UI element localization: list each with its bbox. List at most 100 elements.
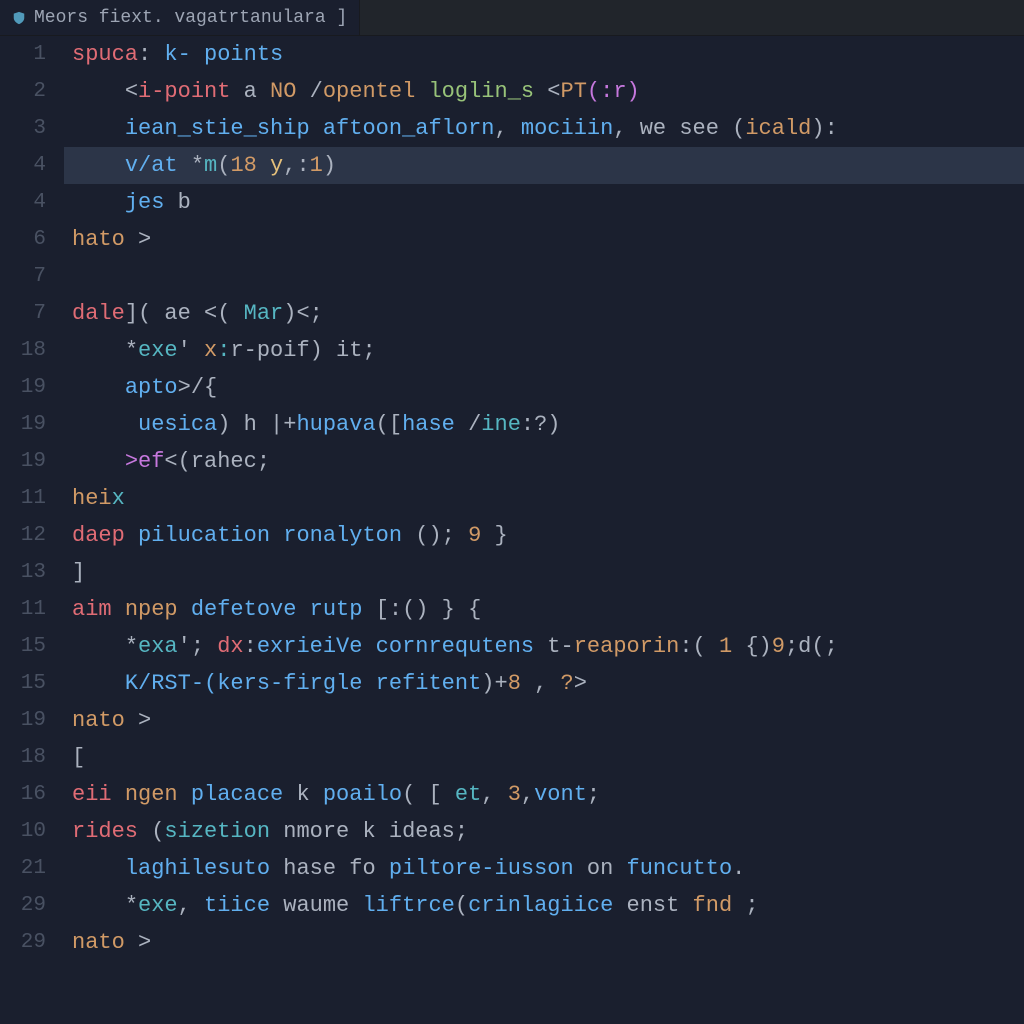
code-line[interactable]: K/RST-(kers-firgle refitent)+8 , ?> [72, 665, 1024, 702]
code-token: rides [72, 819, 138, 844]
code-token: nato [72, 708, 125, 733]
code-token [112, 782, 125, 807]
code-token [72, 671, 125, 696]
code-token [72, 449, 125, 474]
code-token: '; [178, 634, 204, 659]
code-token: ( [217, 153, 230, 178]
code-token: poailo [323, 782, 402, 807]
code-line[interactable]: ] [72, 554, 1024, 591]
code-line[interactable]: *exe, tiice waume liftrce(crinlagiice en… [72, 887, 1024, 924]
code-token: * [125, 893, 138, 918]
code-token: ine [481, 412, 521, 437]
code-token: hase fo [270, 856, 389, 881]
code-token: loglin_s [428, 79, 534, 104]
code-line[interactable]: [ [72, 739, 1024, 776]
code-content[interactable]: spuca: k- points <i-point a NO /opentel … [64, 36, 1024, 1024]
code-token: )+ [481, 671, 507, 696]
code-line[interactable]: eii ngen placace k poailo( [ et, 3,vont; [72, 776, 1024, 813]
code-token: {) [732, 634, 772, 659]
code-token: placace [191, 782, 283, 807]
code-line[interactable]: dale]( ae <( Mar)<; [72, 295, 1024, 332]
code-line[interactable]: iean_stie_ship aftoon_aflorn, mociiin, w… [72, 110, 1024, 147]
code-line[interactable]: heix [72, 480, 1024, 517]
code-line[interactable]: rides (sizetion nmore k ideas; [72, 813, 1024, 850]
code-token: k [283, 782, 323, 807]
code-line[interactable]: *exe' x:r-poif) it; [72, 332, 1024, 369]
line-number: 15 [0, 628, 46, 665]
code-token: mociiin [521, 116, 613, 141]
code-token [112, 597, 125, 622]
code-token [310, 116, 323, 141]
code-line[interactable]: apto>/{ [72, 369, 1024, 406]
code-token: nato [72, 930, 125, 955]
code-token: exe [138, 338, 178, 363]
code-line[interactable]: nato > [72, 924, 1024, 961]
code-token: vont [534, 782, 587, 807]
code-token: ) h |+ [217, 412, 296, 437]
code-token: > [125, 227, 151, 252]
code-token: fnd [693, 893, 733, 918]
code-token: spuca [72, 42, 138, 67]
code-line[interactable]: daep pilucation ronalyton (); 9 } [72, 517, 1024, 554]
code-token: piltore-iusson [389, 856, 574, 881]
code-token: :?) [521, 412, 561, 437]
code-token: ngen [125, 782, 178, 807]
code-token: hase [402, 412, 455, 437]
code-token: x [112, 486, 125, 511]
code-line[interactable]: spuca: k- points [72, 36, 1024, 73]
code-editor[interactable]: 1234467718191919111213111515191816102129… [0, 36, 1024, 1024]
code-token [72, 190, 125, 215]
code-token: * [125, 338, 138, 363]
code-token: NO [270, 79, 296, 104]
line-number-gutter: 1234467718191919111213111515191816102129… [0, 36, 64, 1024]
code-token: on [574, 856, 627, 881]
code-token: [:() } { [362, 597, 481, 622]
code-line[interactable]: aim npep defetove rutp [:() } { [72, 591, 1024, 628]
line-number: 11 [0, 591, 46, 628]
code-token: ;d(; [785, 634, 838, 659]
code-token: enst [613, 893, 692, 918]
code-line[interactable]: <i-point a NO /opentel loglin_s <PT(:r) [72, 73, 1024, 110]
code-token: r-poif) it; [230, 338, 375, 363]
code-token: et [455, 782, 481, 807]
code-token: opentel [323, 79, 415, 104]
code-token: b [164, 190, 190, 215]
code-token: ) [323, 153, 336, 178]
code-token: (); [402, 523, 468, 548]
code-token [72, 856, 125, 881]
line-number: 13 [0, 554, 46, 591]
line-number: 29 [0, 924, 46, 961]
code-line[interactable]: nato > [72, 702, 1024, 739]
code-token [362, 634, 375, 659]
code-line[interactable] [72, 258, 1024, 295]
code-token: t- [534, 634, 574, 659]
code-token: apto [125, 375, 178, 400]
code-line[interactable]: uesica) h |+hupava([hase /ine:?) [72, 406, 1024, 443]
code-token: ]( ae <( [125, 301, 244, 326]
code-token: : [244, 634, 257, 659]
editor-tab[interactable]: Meors fiext. vagatrtanulara ] [0, 0, 360, 35]
code-token: waume [270, 893, 362, 918]
line-number: 11 [0, 480, 46, 517]
code-token: / [296, 79, 322, 104]
code-line[interactable]: v/at *m(18 y,:1) [72, 147, 1024, 184]
code-line[interactable]: hato > [72, 221, 1024, 258]
shield-icon [12, 11, 26, 25]
code-token: exe [138, 893, 178, 918]
code-line[interactable]: jes b [72, 184, 1024, 221]
code-line[interactable]: *exa'; dx:exrieiVe cornrequtens t-reapor… [72, 628, 1024, 665]
code-token: , [521, 671, 561, 696]
code-token: (:r) [587, 79, 640, 104]
line-number: 6 [0, 221, 46, 258]
code-token: ( [ [402, 782, 455, 807]
code-token: < [534, 79, 560, 104]
code-token: 1 [719, 634, 732, 659]
code-token [72, 634, 125, 659]
line-number: 7 [0, 295, 46, 332]
code-token: ; [732, 893, 758, 918]
line-number: 10 [0, 813, 46, 850]
code-line[interactable]: laghilesuto hase fo piltore-iusson on fu… [72, 850, 1024, 887]
code-line[interactable]: >ef<(rahec; [72, 443, 1024, 480]
code-token: 1 [310, 153, 323, 178]
line-number: 1 [0, 36, 46, 73]
